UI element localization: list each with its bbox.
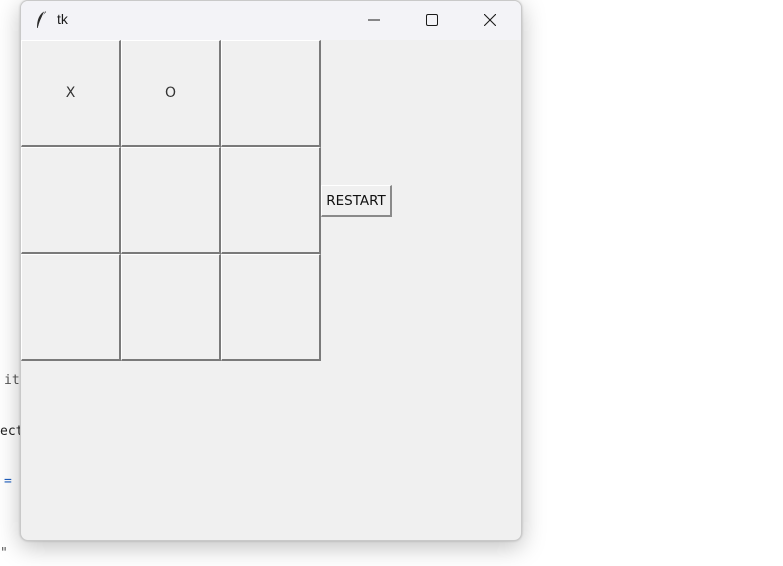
maximize-button[interactable]	[403, 1, 461, 40]
board-cell-5[interactable]	[121, 147, 221, 254]
board-cell-9[interactable]	[221, 254, 321, 361]
minimize-button[interactable]	[345, 1, 403, 40]
board-cell-2[interactable]: O	[121, 40, 221, 147]
close-button[interactable]	[461, 1, 519, 40]
board-cell-4[interactable]	[21, 147, 121, 254]
close-icon	[483, 11, 497, 30]
background-code-line: =	[4, 474, 12, 489]
maximize-icon	[426, 11, 438, 30]
tk-feather-icon	[33, 10, 49, 30]
board-cell-7[interactable]	[21, 254, 121, 361]
restart-button[interactable]: RESTART	[321, 185, 392, 217]
background-code-line: "	[0, 546, 8, 561]
board-cell-1[interactable]: X	[21, 40, 121, 147]
board-cell-8[interactable]	[121, 254, 221, 361]
title-bar[interactable]: tk	[21, 1, 521, 40]
board-cell-6[interactable]	[221, 147, 321, 254]
tic-tac-toe-board: X O	[21, 40, 321, 362]
tk-window: tk X O RESTART	[20, 0, 522, 541]
window-title: tk	[57, 11, 68, 27]
background-code-line: it	[4, 373, 20, 388]
board-cell-3[interactable]	[221, 40, 321, 147]
minimize-icon	[368, 11, 380, 30]
